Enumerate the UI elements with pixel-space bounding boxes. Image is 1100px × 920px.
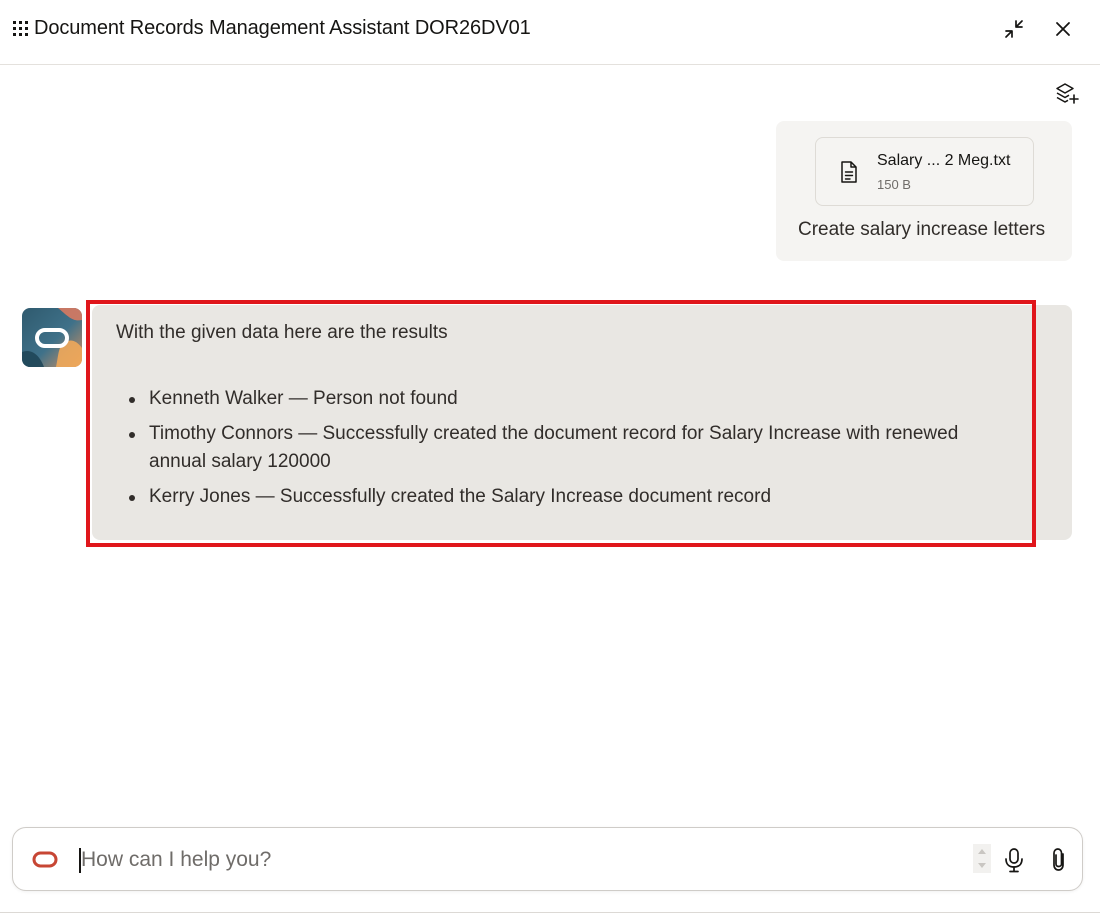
user-message: Salary ... 2 Meg.txt 150 B Create salary…: [776, 121, 1072, 261]
user-message-text: Create salary increase letters: [798, 219, 1046, 240]
list-item: Kenneth Walker — Person not found: [128, 385, 1008, 413]
prompt-input[interactable]: [79, 844, 939, 876]
grid-dots-icon[interactable]: [13, 20, 31, 38]
minimize-button[interactable]: [1001, 16, 1027, 42]
layers-plus-icon: [1056, 83, 1079, 104]
attachment-size: 150 B: [877, 177, 911, 192]
attach-button[interactable]: [1046, 845, 1072, 875]
paperclip-icon: [1053, 848, 1064, 871]
collapse-icon: [1005, 20, 1023, 38]
close-button[interactable]: [1050, 16, 1076, 42]
assistant-avatar: [22, 308, 82, 367]
document-icon: [841, 161, 857, 183]
oracle-logo-icon: [32, 851, 58, 868]
text-caret: [79, 848, 81, 873]
page-title: Document Records Management Assistant DO…: [34, 17, 531, 39]
attachment-name: Salary ... 2 Meg.txt: [877, 152, 1011, 169]
microphone-button[interactable]: [1001, 846, 1027, 874]
results-list: Kenneth Walker — Person not found Timoth…: [128, 385, 1008, 518]
attachment-chip[interactable]: Salary ... 2 Meg.txt 150 B: [815, 137, 1034, 206]
list-item: Kerry Jones — Successfully created the S…: [128, 483, 1008, 511]
close-icon: [1056, 22, 1070, 36]
microphone-icon: [1005, 848, 1023, 873]
list-item: Timothy Connors — Successfully created t…: [128, 420, 1008, 476]
assistant-intro-text: With the given data here are the results: [116, 322, 448, 343]
divider: [0, 912, 1100, 913]
new-conversation-button[interactable]: [1054, 82, 1080, 106]
input-scrollbar[interactable]: [973, 844, 991, 873]
message-composer: [12, 827, 1083, 891]
chat-header: Document Records Management Assistant DO…: [0, 0, 1100, 65]
